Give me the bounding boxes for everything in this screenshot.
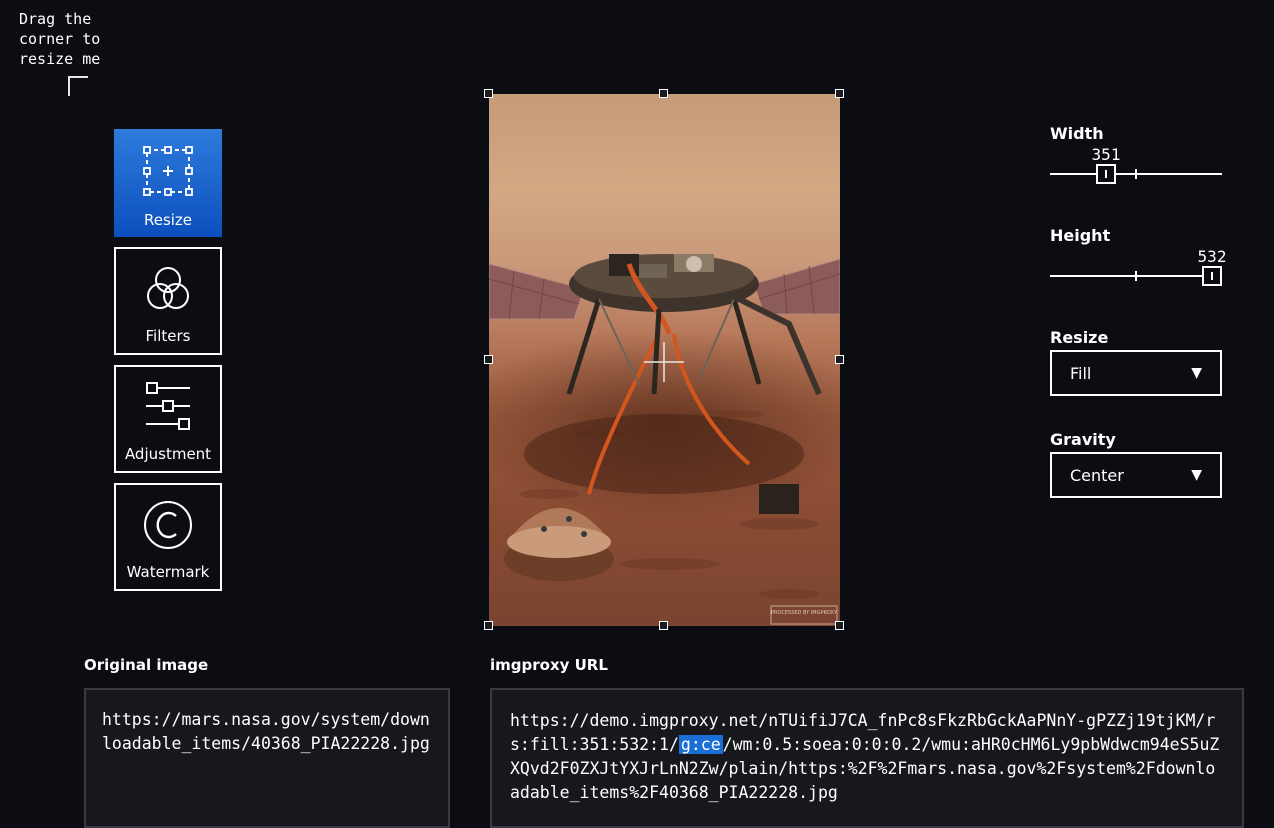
resize-hint: Drag the corner to resize me [19,10,101,68]
resize-handle-right[interactable] [835,355,844,364]
resize-mode-select[interactable]: Fill ▼ [1050,350,1222,396]
resize-handle-top[interactable] [659,89,668,98]
resize-icon [143,146,193,196]
tool-filters-button[interactable]: Filters [114,247,222,355]
tool-resize-button[interactable]: Resize [114,129,222,237]
watermark-stamp: PROCESSED BY IMGPROXY [771,610,838,616]
preview-image: PROCESSED BY IMGPROXY [489,94,840,626]
height-value: 532 [1197,247,1227,266]
filters-icon [147,267,189,309]
height-slider-thumb[interactable] [1202,266,1222,286]
adjustment-icon [146,382,190,430]
imgproxy-url-highlight: g:ce [678,735,723,754]
resize-handle-bottom-left[interactable] [484,621,493,630]
original-url-text: https://mars.nasa.gov/system/downloadabl… [102,710,430,753]
resize-corner-icon[interactable] [68,76,88,96]
tool-adjustment-button[interactable]: Adjustment [114,365,222,473]
gravity-select[interactable]: Center ▼ [1050,452,1222,498]
original-url-field[interactable]: https://mars.nasa.gov/system/downloadabl… [84,688,450,828]
resize-handle-bottom-right[interactable] [835,621,844,630]
width-slider-thumb[interactable] [1096,164,1116,184]
dropdown-arrow-icon: ▼ [1191,467,1202,483]
resize-handle-top-right[interactable] [835,89,844,98]
height-slider-tick [1135,271,1137,281]
tool-resize-label: Resize [143,211,193,229]
resize-handle-top-left[interactable] [484,89,493,98]
dropdown-arrow-icon: ▼ [1191,365,1202,381]
original-image-title: Original image [84,656,209,674]
mars-lander-image: PROCESSED BY IMGPROXY [489,254,840,625]
gravity-value: Center [1070,465,1124,485]
tool-adjustment-label: Adjustment [124,445,212,463]
resize-handle-left[interactable] [484,355,493,364]
height-label: Height [1050,226,1111,245]
width-value: 351 [1091,145,1121,164]
width-label: Width [1050,124,1104,143]
imgproxy-url-field[interactable]: https://demo.imgproxy.net/nTUifiJ7CA_fnP… [490,688,1244,828]
tool-watermark-button[interactable]: Watermark [114,483,222,591]
resize-mode-label: Resize [1050,328,1109,347]
width-slider-tick [1135,169,1137,179]
tool-watermark-label: Watermark [126,563,210,581]
watermark-icon [144,501,192,549]
gravity-label: Gravity [1050,430,1116,449]
resize-mode-value: Fill [1070,363,1092,383]
resize-handle-bottom[interactable] [659,621,668,630]
tool-filters-label: Filters [145,327,191,345]
imgproxy-url-title: imgproxy URL [490,656,608,674]
